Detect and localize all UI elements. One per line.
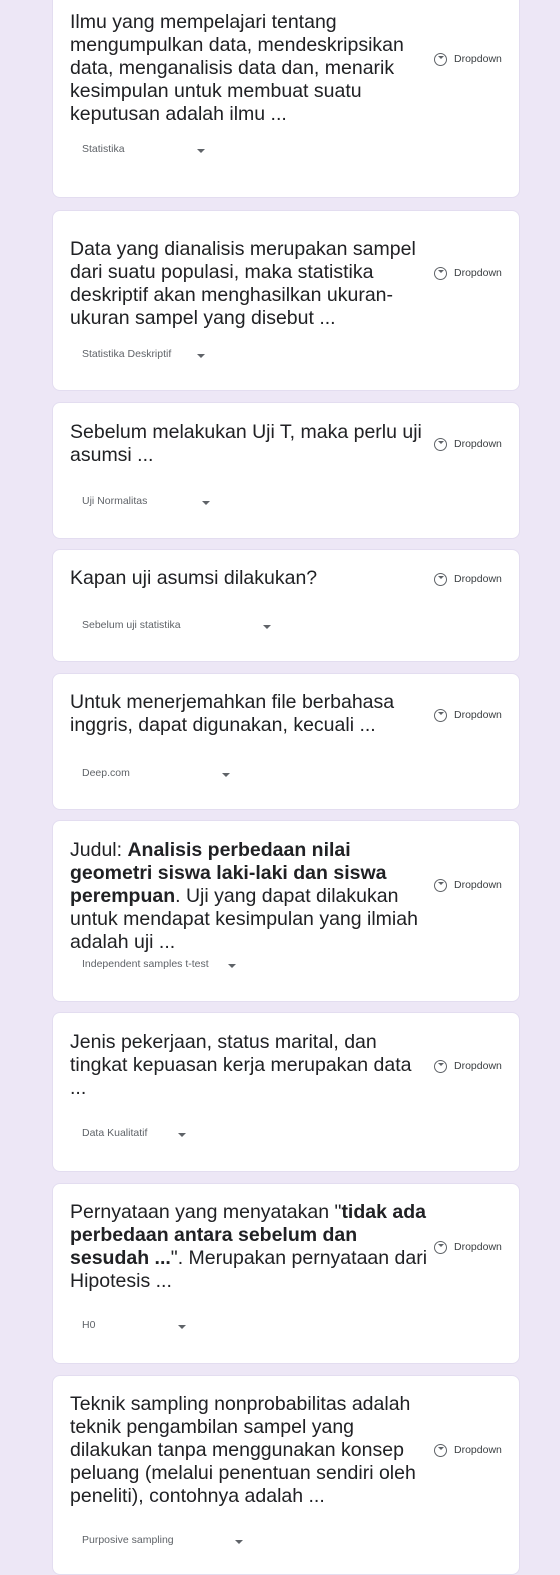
question-text-part: Judul: [70,839,128,861]
question-type-indicator: Dropdown [434,1058,502,1074]
question-text: Kapan uji asumsi dilakukan? [70,567,430,590]
question-type-label: Dropdown [454,879,502,891]
dropdown-circle-icon [434,1443,447,1457]
question-text: Data yang dianalisis merupakan sampel da… [70,238,430,330]
question-card: Data yang dianalisis merupakan sampel da… [52,210,520,391]
question-card: Jenis pekerjaan, status marital, dan tin… [52,1012,520,1172]
caret-down-icon[interactable] [178,1325,186,1329]
question-card: Judul: Analisis perbedaan nilai geometri… [52,820,520,1002]
question-text-part: Data yang dianalisis merupakan sampel da… [70,238,416,329]
question-type-label: Dropdown [454,53,502,65]
answer-dropdown-value[interactable]: Statistika Deskriptif [82,348,171,364]
question-text-part: Kapan uji asumsi dilakukan? [70,567,318,589]
question-text-part: Jenis pekerjaan, status marital, dan tin… [70,1031,412,1099]
question-text: Sebelum melakukan Uji T, maka perlu uji … [70,421,430,467]
question-card: Teknik sampling nonprobabilitas adalah t… [52,1375,520,1575]
question-type-indicator: Dropdown [434,707,502,723]
question-text: Jenis pekerjaan, status marital, dan tin… [70,1031,430,1100]
question-type-indicator: Dropdown [434,877,502,893]
question-type-label: Dropdown [454,709,502,721]
answer-dropdown-value[interactable]: H0 [82,1319,95,1335]
dropdown-circle-icon [434,1240,447,1254]
question-type-indicator: Dropdown [434,265,502,281]
question-type-indicator: Dropdown [434,571,502,587]
question-type-label: Dropdown [454,1060,502,1072]
caret-down-icon[interactable] [222,773,230,777]
question-card: Ilmu yang mempelajari tentang mengumpulk… [52,0,520,198]
question-type-label: Dropdown [454,267,502,279]
answer-dropdown-value[interactable]: Statistika [82,143,125,159]
dropdown-circle-icon [434,572,447,586]
question-text: Ilmu yang mempelajari tentang mengumpulk… [70,11,430,126]
dropdown-circle-icon [434,1059,447,1073]
question-type-label: Dropdown [454,1241,502,1253]
dropdown-circle-icon [434,52,447,66]
caret-down-icon[interactable] [235,1540,243,1544]
answer-dropdown-value[interactable]: Independent samples t-test [82,958,209,974]
question-text-part: Untuk menerjemahkan file berbahasa inggr… [70,691,395,736]
answer-dropdown-value[interactable]: Deep.com [82,767,130,783]
question-card: Sebelum melakukan Uji T, maka perlu uji … [52,402,520,539]
dropdown-circle-icon [434,878,447,892]
caret-down-icon[interactable] [197,354,205,358]
dropdown-circle-icon [434,266,447,280]
question-card: Kapan uji asumsi dilakukan? Dropdown Sebel… [52,549,520,662]
question-type-indicator: Dropdown [434,51,502,67]
question-text: Untuk menerjemahkan file berbahasa inggr… [70,691,430,737]
caret-down-icon[interactable] [197,149,205,153]
caret-down-icon[interactable] [202,501,210,505]
dropdown-circle-icon [434,437,447,451]
question-type-label: Dropdown [454,573,502,585]
question-type-label: Dropdown [454,438,502,450]
question-text-part: Teknik sampling nonprobabilitas adalah t… [70,1393,416,1507]
answer-dropdown-value[interactable]: Data Kualitatif [82,1127,147,1143]
question-type-indicator: Dropdown [434,1239,502,1255]
question-text: Judul: Analisis perbedaan nilai geometri… [70,839,430,954]
question-text-part: Sebelum melakukan Uji T, maka perlu uji … [70,421,422,466]
question-type-indicator: Dropdown [434,436,502,452]
question-text: Pernyataan yang menyatakan "tidak ada pe… [70,1201,430,1293]
dropdown-circle-icon [434,708,447,722]
question-text-part: Ilmu yang mempelajari tentang mengumpulk… [70,11,404,125]
answer-dropdown-value[interactable]: Purposive sampling [82,1534,174,1550]
question-type-label: Dropdown [454,1444,502,1456]
question-card: Untuk menerjemahkan file berbahasa inggr… [52,673,520,810]
caret-down-icon[interactable] [228,964,236,968]
question-text: Teknik sampling nonprobabilitas adalah t… [70,1393,430,1508]
answer-dropdown-value[interactable]: Uji Normalitas [82,495,147,511]
caret-down-icon[interactable] [263,625,271,629]
question-text-part: Pernyataan yang menyatakan " [70,1201,342,1223]
question-card: Pernyataan yang menyatakan "tidak ada pe… [52,1183,520,1364]
question-type-indicator: Dropdown [434,1442,502,1458]
caret-down-icon[interactable] [178,1133,186,1137]
answer-dropdown-value[interactable]: Sebelum uji statistika [82,619,181,635]
